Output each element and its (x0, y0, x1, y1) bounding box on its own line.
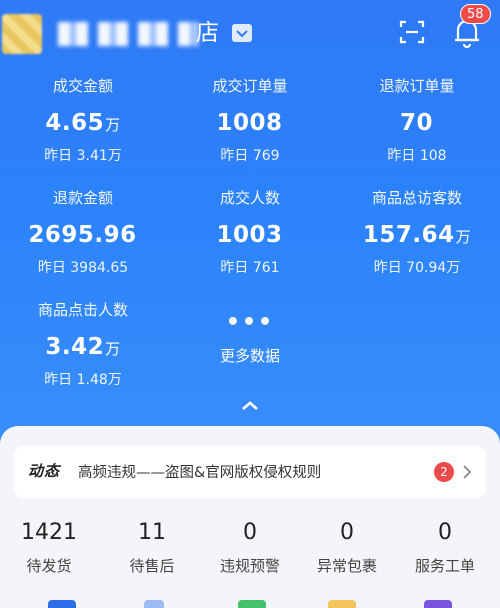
order-service-ticket[interactable]: 0 服务工单 (396, 518, 494, 576)
shop-avatar[interactable] (2, 14, 42, 54)
order-violation-warning[interactable]: 0 违规预警 (201, 518, 299, 576)
more-data-button[interactable]: ••• 更多数据 (167, 310, 333, 366)
stat-refund-amount[interactable]: 退款金额 2695.96 昨日 3984.65 (0, 188, 166, 278)
notice-tag: 动态 (28, 462, 61, 480)
shop-name-suffix[interactable]: 店 (196, 16, 219, 50)
more-dots-icon: ••• (225, 310, 275, 335)
stat-label: 商品点击人数 (37, 301, 128, 319)
order-count: 1421 (21, 520, 77, 545)
order-to-ship[interactable]: 1421 待发货 (0, 518, 98, 576)
notification-badge: 58 (460, 4, 491, 24)
notice-count-badge: 2 (434, 462, 454, 482)
scan-icon[interactable] (398, 18, 426, 46)
stat-value: 3.42万 (45, 334, 121, 360)
order-status-row: 1421 待发货 11 待售后 0 违规预警 0 异常包裹 0 服务工单 (0, 518, 500, 588)
order-count: 0 (340, 520, 354, 545)
stat-label: 商品总访客数 (371, 189, 462, 207)
order-count: 11 (138, 520, 166, 545)
chevron-up-icon[interactable] (238, 398, 262, 414)
order-abnormal-package[interactable]: 0 异常包裹 (298, 518, 396, 576)
top-bar: 店 58 (0, 0, 500, 64)
shortcut-icon[interactable] (424, 600, 452, 608)
stat-value: 1008 (216, 110, 283, 136)
shortcut-icon[interactable] (328, 600, 356, 608)
stat-refund-orders[interactable]: 退款订单量 70 昨日 108 (334, 76, 500, 166)
stat-value: 4.65万 (45, 110, 121, 136)
stat-yesterday: 昨日 1.48万 (44, 372, 122, 388)
stat-product-clicks[interactable]: 商品点击人数 3.42万 昨日 1.48万 (0, 300, 166, 390)
order-label: 待发货 (26, 557, 72, 575)
shortcut-icon[interactable] (48, 600, 76, 608)
shop-name-redacted[interactable] (58, 22, 198, 46)
stat-value: 70 (399, 110, 433, 136)
stat-value: 157.64万 (362, 222, 472, 248)
order-label: 违规预警 (219, 557, 280, 575)
chevron-right-icon (462, 464, 472, 480)
order-count: 0 (438, 520, 452, 545)
notice-bar[interactable]: 动态 高频违规——盗图&官网版权侵权规则 2 (14, 446, 486, 498)
shortcut-icon[interactable] (238, 600, 266, 608)
order-label: 异常包裹 (316, 557, 377, 575)
stat-label: 退款金额 (52, 189, 113, 207)
stat-yesterday: 昨日 70.94万 (373, 260, 461, 276)
more-data-label: 更多数据 (219, 347, 280, 365)
stat-label: 退款订单量 (379, 77, 455, 95)
order-label: 待售后 (129, 557, 175, 575)
stat-value: 2695.96 (28, 222, 137, 248)
shortcut-icon[interactable] (144, 600, 164, 608)
stat-yesterday: 昨日 108 (387, 148, 447, 164)
stat-value: 1003 (216, 222, 283, 248)
stat-yesterday: 昨日 3984.65 (37, 260, 129, 276)
notice-text: 高频违规——盗图&官网版权侵权规则 (78, 465, 322, 481)
stat-order-count[interactable]: 成交订单量 1008 昨日 769 (167, 76, 333, 166)
chevron-down-icon[interactable] (232, 24, 252, 42)
stat-yesterday: 昨日 769 (220, 148, 280, 164)
stat-product-visitors[interactable]: 商品总访客数 157.64万 昨日 70.94万 (334, 188, 500, 278)
stat-transaction-amount[interactable]: 成交金额 4.65万 昨日 3.41万 (0, 76, 166, 166)
order-after-sale[interactable]: 11 待售后 (103, 518, 201, 576)
stat-yesterday: 昨日 3.41万 (44, 148, 122, 164)
shortcut-icons-row (0, 600, 500, 608)
stat-label: 成交金额 (52, 77, 113, 95)
stat-buyer-count[interactable]: 成交人数 1003 昨日 761 (167, 188, 333, 278)
stat-label: 成交订单量 (212, 77, 288, 95)
order-count: 0 (243, 520, 257, 545)
stat-label: 成交人数 (219, 189, 280, 207)
stat-yesterday: 昨日 761 (220, 260, 280, 276)
order-label: 服务工单 (414, 557, 475, 575)
